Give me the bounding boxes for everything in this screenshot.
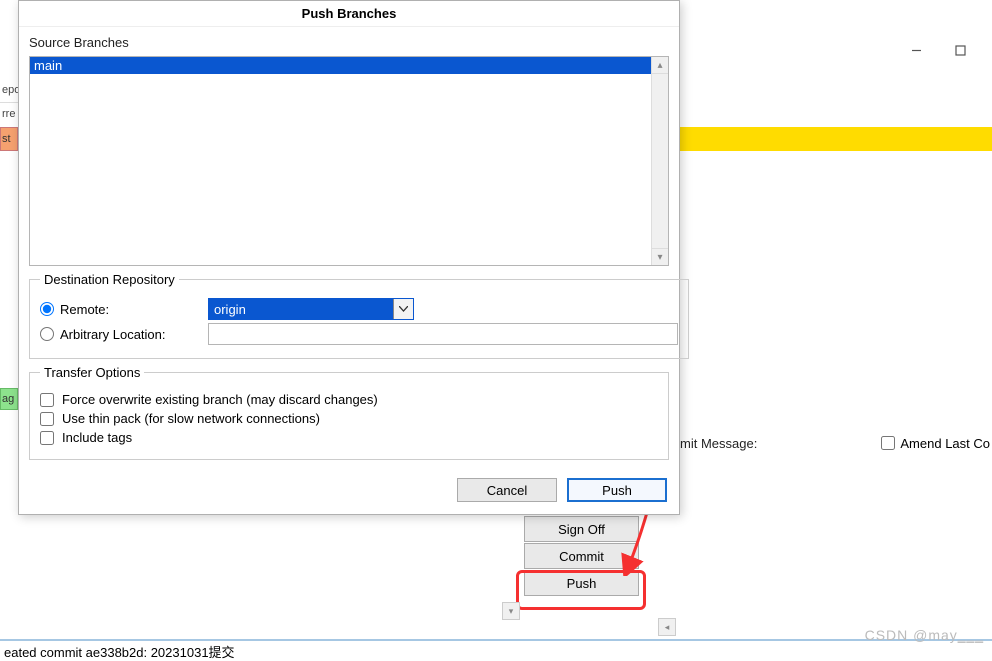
minimize-icon[interactable] (909, 43, 923, 57)
sign-off-button[interactable]: Sign Off (524, 516, 639, 542)
force-checkbox-label: Force overwrite existing branch (may dis… (62, 392, 378, 407)
destination-repository-fieldset: Destination Repository Remote: origin Ar… (29, 272, 689, 359)
transfer-options-label: Transfer Options (40, 365, 144, 380)
listbox-scrollbar[interactable]: ▴ ▾ (651, 57, 668, 265)
arbitrary-radio[interactable]: Arbitrary Location: (40, 327, 200, 342)
bg-commit-row: mit Message: Amend Last Co (680, 432, 992, 454)
thin-checkbox-label: Use thin pack (for slow network connecti… (62, 411, 320, 426)
remote-radio-input[interactable] (40, 302, 54, 316)
dialog-button-row: Cancel Push (19, 470, 679, 514)
chevron-down-icon[interactable] (393, 299, 413, 319)
watermark: CSDN @may‗‗‗ (865, 627, 984, 643)
scroll-down-icon[interactable]: ▾ (652, 248, 668, 265)
destination-repository-label: Destination Repository (40, 272, 179, 287)
force-checkbox-input[interactable] (40, 393, 54, 407)
scroll-corner-right[interactable]: ◂ (658, 618, 676, 636)
include-tags-checkbox[interactable]: Include tags (40, 430, 658, 445)
force-overwrite-checkbox[interactable]: Force overwrite existing branch (may dis… (40, 392, 658, 407)
commit-message-label: mit Message: (680, 436, 757, 451)
bg-toolbar-fragment-2: rre (0, 103, 18, 125)
thin-pack-checkbox[interactable]: Use thin pack (for slow network connecti… (40, 411, 658, 426)
remote-combo[interactable]: origin (208, 298, 414, 320)
amend-last-commit-checkbox[interactable]: Amend Last Co (881, 436, 990, 451)
push-button[interactable]: Push (567, 478, 667, 502)
maximize-icon[interactable] (953, 43, 967, 57)
list-item[interactable]: main (30, 57, 651, 74)
arbitrary-radio-label: Arbitrary Location: (60, 327, 166, 342)
scroll-corner-left[interactable]: ▾ (502, 602, 520, 620)
dialog-title: Push Branches (19, 1, 679, 27)
remote-radio-label: Remote: (60, 302, 109, 317)
push-side-button[interactable]: Push (524, 570, 639, 596)
transfer-options-fieldset: Transfer Options Force overwrite existin… (29, 365, 669, 460)
cancel-button[interactable]: Cancel (457, 478, 557, 502)
amend-label-text: Amend Last Co (900, 436, 990, 451)
source-branches-label: Source Branches (29, 35, 669, 50)
amend-checkbox-input[interactable] (881, 436, 895, 450)
arbitrary-radio-input[interactable] (40, 327, 54, 341)
remote-radio[interactable]: Remote: (40, 302, 200, 317)
tags-checkbox-input[interactable] (40, 431, 54, 445)
source-branches-listbox[interactable]: main ▴ ▾ (29, 56, 669, 266)
push-branches-dialog: Push Branches Source Branches main ▴ ▾ D… (18, 0, 680, 515)
arbitrary-location-input[interactable] (208, 323, 678, 345)
bg-tag-green: ag (0, 388, 18, 410)
bg-toolbar-fragment-1: epo (0, 78, 18, 103)
thin-checkbox-input[interactable] (40, 412, 54, 426)
bg-window-controls (682, 35, 992, 65)
status-bar: eated commit ae338b2d: 20231031提交 (0, 639, 992, 661)
tags-checkbox-label: Include tags (62, 430, 132, 445)
commit-side-buttons: Sign Off Commit Push (524, 516, 639, 597)
remote-combo-value: origin (209, 302, 393, 317)
commit-button[interactable]: Commit (524, 543, 639, 569)
bg-tag-orange: st (0, 127, 18, 151)
scroll-up-icon[interactable]: ▴ (652, 57, 668, 74)
